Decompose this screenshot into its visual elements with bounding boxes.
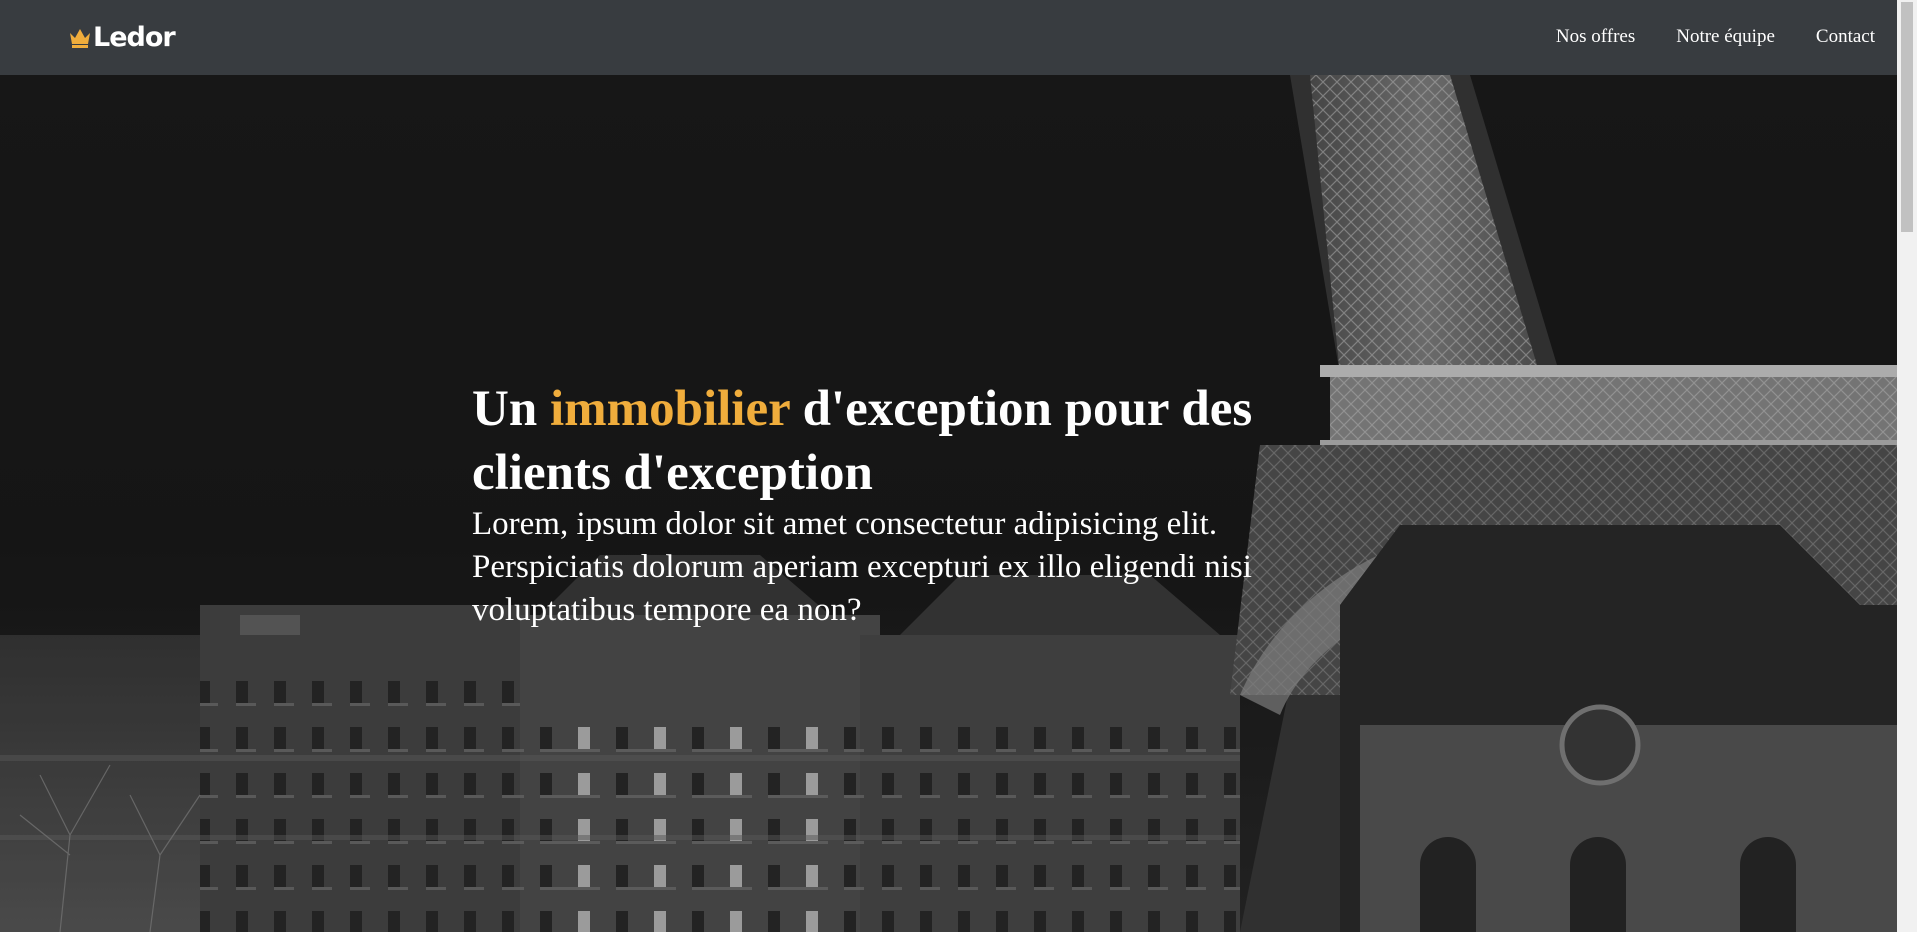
nav-link-nos-offres[interactable]: Nos offres	[1556, 25, 1635, 49]
page: Ledor Nos offres Notre équipe Contact Un…	[0, 0, 1917, 932]
brand-logo[interactable]: Ledor	[68, 22, 176, 54]
page-scrollbar[interactable]	[1897, 0, 1917, 932]
crown-icon	[70, 29, 90, 48]
main-nav: Nos offres Notre équipe Contact	[1556, 25, 1875, 49]
nav-link-notre-equipe[interactable]: Notre équipe	[1676, 25, 1775, 49]
hero-title-accent: immobilier	[549, 381, 790, 437]
scrollbar-thumb[interactable]	[1901, 2, 1913, 232]
brand-name: Ledor	[93, 22, 176, 53]
nav-link-contact[interactable]: Contact	[1816, 25, 1875, 49]
navbar: Ledor Nos offres Notre équipe Contact	[0, 0, 1897, 75]
hero-section: Un immobilier d'exception pour des clien…	[0, 75, 1897, 932]
hero-content: Un immobilier d'exception pour des clien…	[472, 377, 1352, 632]
hero-title: Un immobilier d'exception pour des clien…	[472, 377, 1352, 505]
hero-title-start: Un	[472, 381, 550, 437]
hero-description: Lorem, ipsum dolor sit amet consectetur …	[472, 506, 1252, 628]
